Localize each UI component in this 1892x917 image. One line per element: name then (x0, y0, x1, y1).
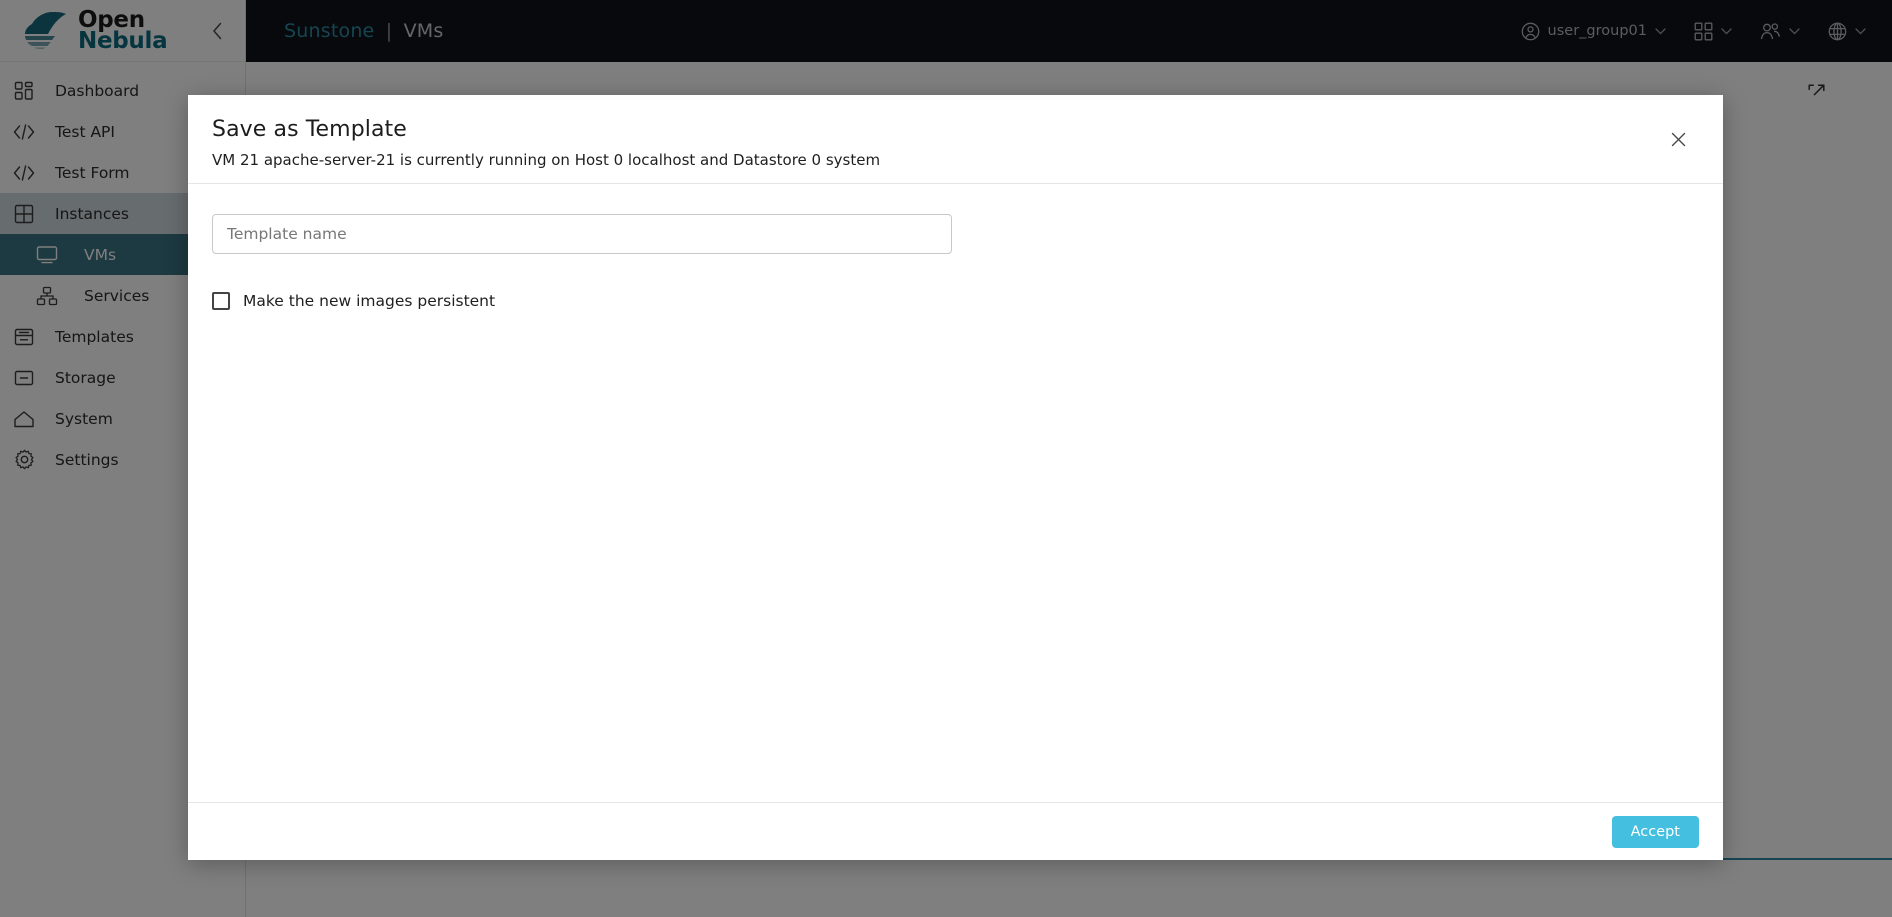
close-dialog-button[interactable] (1667, 128, 1689, 150)
template-name-input[interactable] (212, 214, 952, 254)
persistent-images-label: Make the new images persistent (243, 292, 496, 310)
dialog-header: Save as Template VM 21 apache-server-21 … (188, 95, 1723, 184)
save-as-template-dialog: Save as Template VM 21 apache-server-21 … (188, 95, 1723, 860)
accept-button[interactable]: Accept (1611, 815, 1699, 848)
dialog-subtitle: VM 21 apache-server-21 is currently runn… (212, 151, 881, 169)
dialog-footer: Accept (188, 802, 1723, 860)
dialog-title: Save as Template (212, 117, 407, 142)
close-icon (1671, 132, 1685, 146)
app-root: Open Nebula Dashboard T (0, 0, 1892, 917)
dialog-body: Make the new images persistent (188, 184, 1723, 802)
persistent-images-checkbox-row[interactable]: Make the new images persistent (212, 292, 495, 310)
persistent-images-checkbox[interactable] (212, 292, 230, 310)
